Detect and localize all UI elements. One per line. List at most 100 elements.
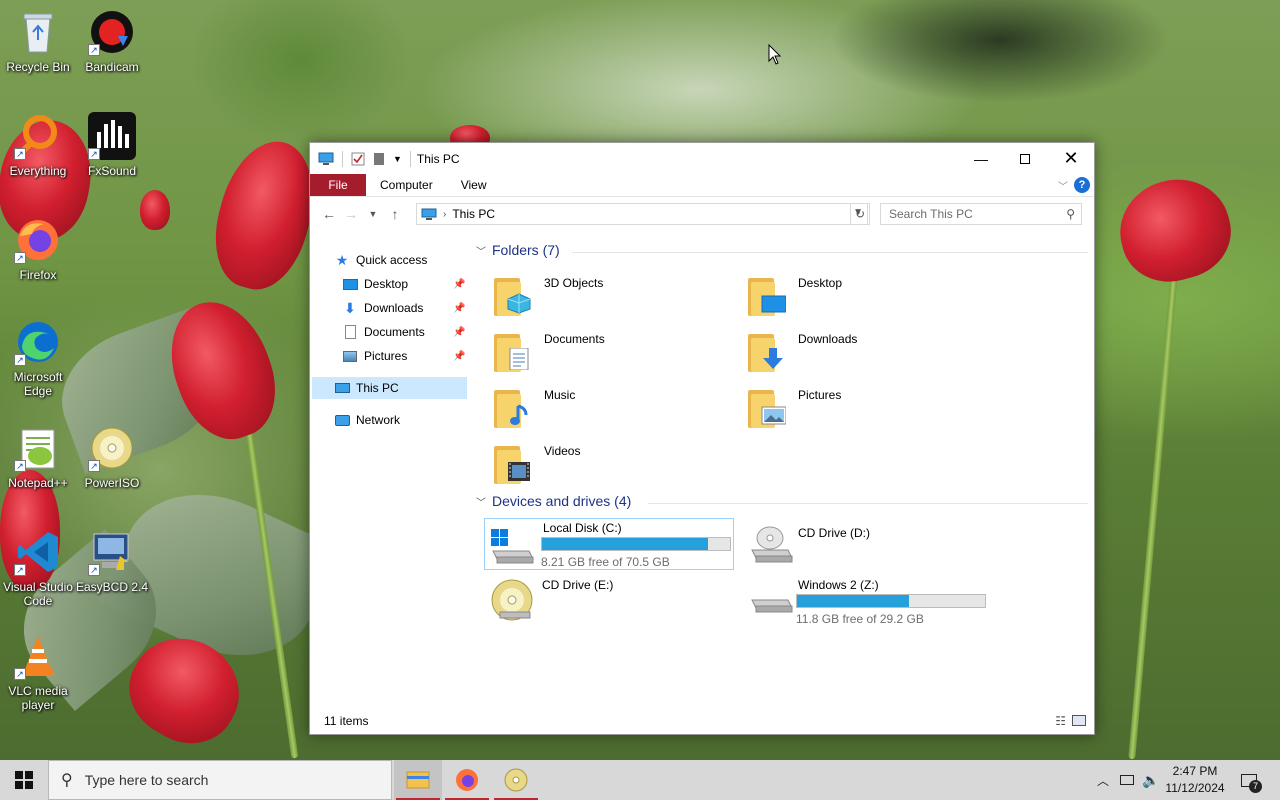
folder-videos-icon xyxy=(494,444,536,486)
tab-computer[interactable]: Computer xyxy=(366,174,447,196)
shortcut-arrow-icon: ↗ xyxy=(14,460,26,472)
maximize-button[interactable] xyxy=(1002,143,1048,174)
window-title: This PC xyxy=(416,151,460,166)
shortcut-arrow-icon: ↗ xyxy=(88,44,100,56)
desktop-icon-label: Visual Studio Code xyxy=(3,580,73,608)
speaker-icon: 🔈 xyxy=(1142,771,1160,788)
mouse-cursor-icon xyxy=(768,44,782,65)
desktop-icon-everything[interactable]: ↗ Everything xyxy=(0,112,76,178)
details-view-icon[interactable]: ☷ xyxy=(1055,714,1066,728)
folder-videos[interactable]: Videos xyxy=(486,438,736,490)
large-icons-view-icon[interactable] xyxy=(1072,715,1086,726)
minimize-button[interactable]: — xyxy=(958,143,1004,174)
customize-toolbar-chevron-icon[interactable]: ▼ xyxy=(393,154,402,164)
desktop-icon-bandicam[interactable]: ↗ Bandicam xyxy=(74,8,150,74)
desktop-icon-poweriso[interactable]: ↗ PowerISO xyxy=(74,424,150,490)
desktop-icon-recycle-bin[interactable]: Recycle Bin xyxy=(0,8,76,74)
group-divider xyxy=(572,252,1088,253)
taskbar-file-explorer[interactable] xyxy=(394,760,442,800)
desktop-icon-label: VLC media player xyxy=(8,684,68,712)
start-button[interactable] xyxy=(0,760,48,800)
recent-locations-chevron-icon[interactable]: ▼ xyxy=(362,209,384,219)
nav-label: Pictures xyxy=(364,349,408,363)
drive-usage-fill xyxy=(542,538,709,550)
drive-local-disk-c[interactable]: Local Disk (C:) 8.21 GB free of 70.5 GB xyxy=(484,518,734,570)
pictures-icon xyxy=(342,348,358,364)
desktop-icon-vlc[interactable]: ↗ VLC media player xyxy=(0,632,76,712)
folder-desktop[interactable]: Desktop xyxy=(740,270,990,322)
folders-group-header[interactable]: ﹀ Folders (7) xyxy=(476,242,560,258)
nav-label: Quick access xyxy=(356,253,428,267)
folder-documents[interactable]: Documents xyxy=(486,326,736,378)
nav-network[interactable]: Network xyxy=(334,409,400,431)
drive-windows-2-z[interactable]: Windows 2 (Z:) 11.8 GB free of 29.2 GB xyxy=(740,574,990,626)
folder-downloads-icon xyxy=(748,332,790,374)
desktop-icon-fxsound[interactable]: ↗ FxSound xyxy=(74,112,150,178)
tab-file[interactable]: File xyxy=(310,174,366,196)
taskbar-poweriso[interactable] xyxy=(492,760,540,800)
address-breadcrumb[interactable]: This PC xyxy=(452,207,495,221)
taskbar-search-box[interactable]: ⚲ Type here to search xyxy=(48,760,392,800)
desktop-icon-label: Everything xyxy=(9,164,67,178)
forward-arrow-icon[interactable]: → xyxy=(340,206,362,222)
drive-cd-e[interactable]: CD Drive (E:) xyxy=(484,574,734,626)
back-arrow-icon[interactable]: ← xyxy=(318,206,340,222)
network-status-button[interactable] xyxy=(1116,760,1138,800)
folder-music[interactable]: Music xyxy=(486,382,736,434)
file-explorer-window[interactable]: ▼ This PC — ✕ File Computer View ﹀ ? ← →… xyxy=(309,142,1095,735)
nav-item-desktop[interactable]: Desktop xyxy=(342,273,408,295)
taskbar-clock[interactable]: 2:47 PM 11/12/2024 xyxy=(1160,763,1230,797)
close-button[interactable]: ✕ xyxy=(1048,143,1094,174)
bandicam-icon: ↗ xyxy=(88,8,136,56)
address-bar[interactable]: › This PC ▼ xyxy=(416,203,868,225)
desktop-icon-firefox[interactable]: ↗ Firefox xyxy=(0,216,76,282)
breadcrumb-chevron-icon[interactable]: › xyxy=(443,209,446,220)
nav-this-pc[interactable]: This PC xyxy=(312,377,467,399)
volume-button[interactable]: 🔈 xyxy=(1140,760,1162,800)
folder-3d-objects[interactable]: 3D Objects xyxy=(486,270,736,322)
shortcut-arrow-icon: ↗ xyxy=(14,252,26,264)
wallpaper-stem xyxy=(1128,260,1179,760)
nav-item-pictures[interactable]: Pictures xyxy=(342,345,407,367)
taskbar-firefox[interactable] xyxy=(443,760,491,800)
search-input[interactable]: Search This PC ⚲ xyxy=(880,203,1082,225)
new-folder-icon[interactable] xyxy=(373,152,385,166)
drive-cd-d[interactable]: CD Drive (D:) xyxy=(740,518,990,570)
folder-label: 3D Objects xyxy=(544,276,604,290)
nav-quick-access[interactable]: ★ Quick access xyxy=(334,249,428,271)
pin-icon: 📌 xyxy=(453,327,466,338)
show-hidden-icons-button[interactable]: ︿ xyxy=(1094,760,1112,800)
firefox-icon: ↗ xyxy=(14,216,62,264)
drive-label: Windows 2 (Z:) xyxy=(798,578,879,592)
tab-view[interactable]: View xyxy=(447,174,501,196)
help-button[interactable]: ? xyxy=(1074,177,1090,193)
nav-label: Downloads xyxy=(364,301,424,315)
properties-icon[interactable] xyxy=(351,152,365,166)
desktop-icon-label: EasyBCD 2.4 xyxy=(75,580,149,594)
devices-group-header[interactable]: ﹀ Devices and drives (4) xyxy=(476,493,631,509)
refresh-button[interactable]: ↻ xyxy=(850,203,870,225)
everything-search-icon: ↗ xyxy=(14,112,62,160)
nav-item-downloads[interactable]: ⬇ Downloads xyxy=(342,297,423,319)
folder-downloads[interactable]: Downloads xyxy=(740,326,990,378)
desktop-icon-notepadpp[interactable]: ↗ Notepad++ xyxy=(0,424,76,490)
up-arrow-icon[interactable]: ↑ xyxy=(384,206,406,222)
desktop-icon-label: Bandicam xyxy=(85,60,139,74)
network-icon xyxy=(1120,775,1134,785)
folder-label: Desktop xyxy=(798,276,843,290)
navigation-bar: ← → ▼ ↑ › This PC ▼ ↻ Search This PC ⚲ xyxy=(310,197,1094,231)
nav-item-documents[interactable]: Documents xyxy=(342,321,425,343)
drive-usage-fill xyxy=(797,595,910,607)
drive-free-space: 8.21 GB free of 70.5 GB xyxy=(541,555,670,569)
taskbar-search-placeholder: Type here to search xyxy=(84,772,209,788)
title-bar[interactable]: ▼ This PC — ✕ xyxy=(310,143,1094,174)
desktop-icon-vscode[interactable]: ↗ Visual Studio Code xyxy=(0,528,76,608)
desktop-icon-easybcd[interactable]: ↗ EasyBCD 2.4 xyxy=(74,528,150,594)
shortcut-arrow-icon: ↗ xyxy=(14,148,26,160)
shortcut-arrow-icon: ↗ xyxy=(14,564,26,576)
status-item-count: 11 items xyxy=(324,714,369,728)
desktop-icon-edge[interactable]: ↗ Microsoft Edge xyxy=(0,318,76,398)
expand-ribbon-chevron-icon[interactable]: ﹀ xyxy=(1058,178,1068,193)
folder-pictures[interactable]: Pictures xyxy=(740,382,990,434)
notification-center-button[interactable]: 7 xyxy=(1234,760,1264,800)
